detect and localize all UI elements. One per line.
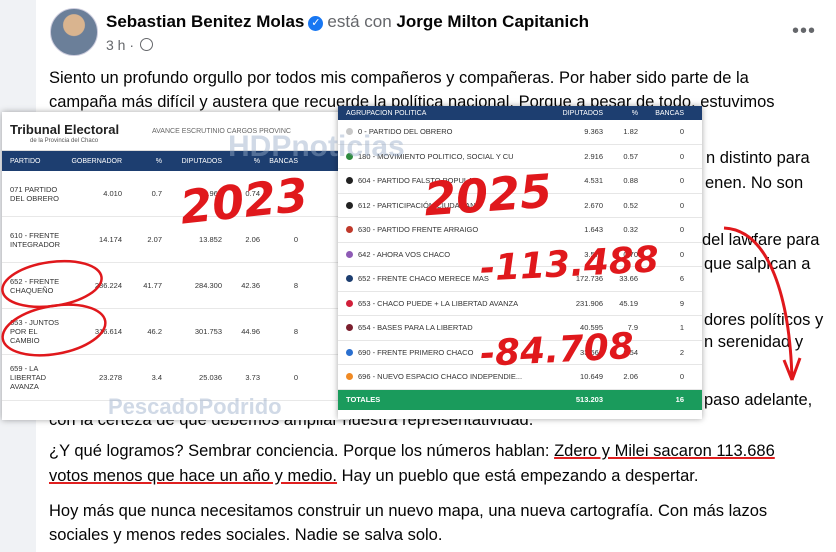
circle-mark <box>1 303 107 357</box>
circle-mark <box>1 259 103 309</box>
handwritten-marks <box>1 226 802 381</box>
arrow-mark <box>723 226 802 381</box>
